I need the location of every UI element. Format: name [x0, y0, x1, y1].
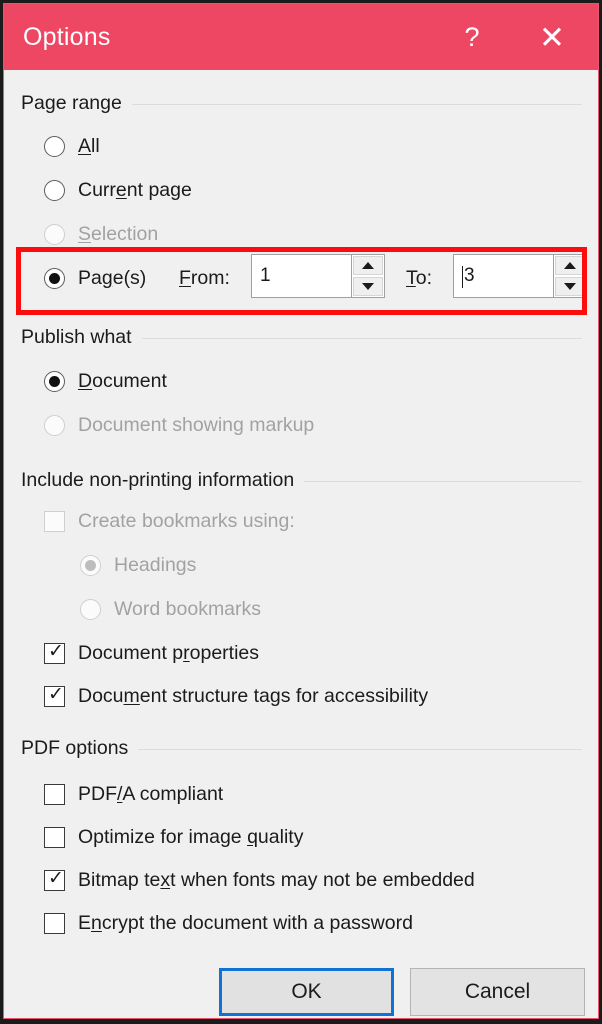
from-field-label-wrap: From: [179, 267, 230, 290]
radio-all[interactable] [44, 136, 65, 157]
radio-document-showing-markup [44, 415, 65, 436]
radio-word-bookmarks [80, 599, 101, 620]
radio-row-all[interactable]: All [44, 135, 100, 158]
group-header-label: Include non-printing information [21, 469, 295, 491]
check-icon: ✓ [48, 640, 64, 662]
radio-label-document-showing-markup: Document showing markup [78, 414, 315, 436]
radio-label-selection: Selection [78, 223, 159, 245]
radio-row-document-showing-markup: Document showing markup [44, 414, 314, 437]
radio-headings [80, 555, 101, 576]
checkbox-pdfa-compliant[interactable] [44, 784, 65, 805]
checkbox-label-bitmap-text: Bitmap text when fonts may not be embedd… [78, 869, 475, 891]
radio-label-pages: Page(s) [78, 267, 147, 289]
group-header-label: Publish what [21, 326, 132, 348]
group-header-rule [304, 481, 582, 482]
checkbox-row-bitmap-text[interactable]: ✓ Bitmap text when fonts may not be embe… [44, 867, 475, 892]
from-spinner-up-button[interactable] [352, 255, 384, 276]
from-spinner-down-button[interactable] [352, 276, 384, 297]
from-spinner[interactable]: 1 [251, 254, 385, 298]
radio-row-document[interactable]: Document [44, 370, 167, 393]
group-header-page-range: Page range [21, 92, 582, 115]
group-header-include-non-printing: Include non-printing information [21, 469, 582, 492]
checkbox-row-pdfa-compliant[interactable]: PDF/A compliant [44, 783, 223, 806]
checkbox-row-encrypt-document[interactable]: Encrypt the document with a password [44, 912, 413, 935]
from-input[interactable]: 1 [251, 254, 351, 298]
checkbox-document-properties[interactable]: ✓ [44, 640, 65, 664]
radio-label-all: All [78, 135, 100, 157]
group-header-rule [138, 749, 582, 750]
checkbox-encrypt-document[interactable] [44, 913, 65, 934]
chevron-up-icon [564, 262, 576, 269]
close-icon[interactable]: ✕ [526, 22, 578, 53]
checkbox-label-optimize-image-quality: Optimize for image quality [78, 826, 304, 848]
check-icon: ✓ [48, 683, 64, 705]
checkbox-row-document-structure-tags[interactable]: ✓ Document structure tags for accessibil… [44, 683, 429, 708]
to-spinner-up-button[interactable] [554, 255, 586, 276]
to-spinner-buttons[interactable] [553, 254, 587, 298]
ok-button[interactable]: OK [219, 968, 394, 1016]
checkbox-row-document-properties[interactable]: ✓ Document properties [44, 640, 260, 665]
radio-label-headings: Headings [114, 554, 197, 576]
chevron-down-icon [564, 283, 576, 290]
checkbox-create-bookmarks [44, 511, 65, 532]
cancel-button[interactable]: Cancel [410, 968, 585, 1016]
question-mark-icon[interactable]: ? [446, 23, 498, 51]
dialog-title: Options [23, 22, 111, 51]
checkbox-optimize-image-quality[interactable] [44, 827, 65, 848]
group-header-rule [141, 338, 582, 339]
chevron-down-icon [362, 283, 374, 290]
to-spinner[interactable]: 3 [453, 254, 587, 298]
to-field-label: To: [406, 267, 433, 289]
group-header-label: Page range [21, 92, 122, 114]
radio-label-document: Document [78, 370, 167, 392]
checkbox-document-structure-tags[interactable]: ✓ [44, 683, 65, 707]
group-header-pdf-options: PDF options [21, 737, 582, 760]
radio-row-headings: Headings [80, 554, 196, 577]
options-dialog: Options ? ✕ Page range All Current page [3, 3, 599, 1019]
to-input[interactable]: 3 [453, 254, 553, 298]
radio-row-word-bookmarks: Word bookmarks [80, 598, 261, 621]
checkbox-label-pdfa-compliant: PDF/A compliant [78, 783, 224, 805]
from-spinner-buttons[interactable] [351, 254, 385, 298]
group-header-label: PDF options [21, 737, 129, 759]
radio-current-page[interactable] [44, 180, 65, 201]
radio-pages[interactable] [44, 268, 65, 289]
radio-row-current-page[interactable]: Current page [44, 179, 192, 202]
to-input-value: 3 [464, 265, 475, 286]
to-spinner-down-button[interactable] [554, 276, 586, 297]
checkbox-row-create-bookmarks: Create bookmarks using: [44, 510, 295, 533]
radio-label-word-bookmarks: Word bookmarks [114, 598, 262, 620]
radio-label-current-page: Current page [78, 179, 192, 201]
from-field-label: From: [179, 267, 230, 289]
text-caret [462, 266, 463, 288]
check-icon: ✓ [48, 867, 64, 889]
dialog-titlebar: Options ? ✕ [4, 4, 598, 70]
group-header-publish-what: Publish what [21, 326, 582, 349]
checkbox-label-document-structure-tags: Document structure tags for accessibilit… [78, 685, 429, 707]
radio-document[interactable] [44, 371, 65, 392]
radio-row-selection: Selection [44, 223, 158, 246]
radio-selection [44, 224, 65, 245]
checkbox-row-optimize-image-quality[interactable]: Optimize for image quality [44, 826, 303, 849]
dialog-body: Page range All Current page Selection Pa… [4, 70, 598, 1018]
chevron-up-icon [362, 262, 374, 269]
screenshot-frame: Options ? ✕ Page range All Current page [0, 0, 602, 1024]
group-header-rule [131, 104, 582, 105]
to-field-label-wrap: To: [406, 267, 432, 290]
radio-row-pages[interactable]: Page(s) [44, 267, 146, 290]
checkbox-label-encrypt-document: Encrypt the document with a password [78, 912, 413, 934]
checkbox-bitmap-text[interactable]: ✓ [44, 867, 65, 891]
checkbox-label-document-properties: Document properties [78, 642, 260, 664]
checkbox-label-create-bookmarks: Create bookmarks using: [78, 510, 295, 532]
